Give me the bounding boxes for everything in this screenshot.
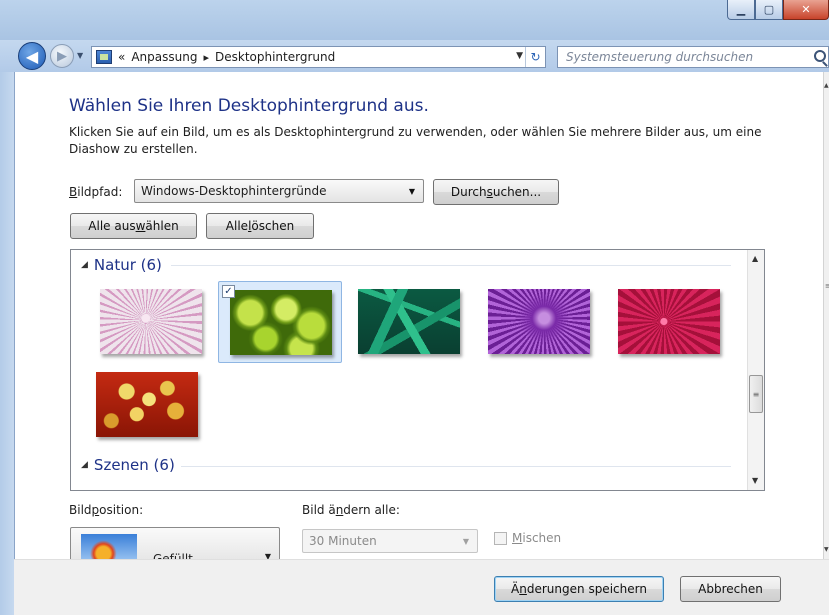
picture-path-label: Bildpfad: bbox=[69, 185, 123, 199]
green-leaves-image bbox=[358, 289, 460, 354]
thumbnail-item-selected[interactable]: ✓ bbox=[218, 281, 342, 363]
control-panel-icon bbox=[96, 50, 112, 64]
search-icon[interactable] bbox=[814, 50, 826, 62]
collapse-triangle-icon[interactable]: ◢ bbox=[81, 460, 88, 470]
thumbnail-item[interactable] bbox=[607, 281, 731, 363]
dandelion-image bbox=[100, 289, 202, 354]
group-title: Natur (6) bbox=[93, 256, 162, 274]
group-header-szenen[interactable]: ◢ Szenen (6) bbox=[81, 456, 175, 474]
group-divider bbox=[171, 265, 731, 266]
change-interval-select[interactable]: 30 Minuten ▼ bbox=[302, 529, 478, 553]
back-arrow-icon[interactable]: ◀ bbox=[18, 42, 46, 70]
picture-path-select[interactable]: Windows-Desktophintergründe ▼ bbox=[134, 179, 424, 203]
thumbnail-item[interactable] bbox=[347, 281, 471, 363]
yellow-petals-image bbox=[96, 372, 198, 437]
chevron-down-icon: ▼ bbox=[462, 537, 469, 546]
page-title: Wählen Sie Ihren Desktophintergrund aus. bbox=[69, 96, 429, 116]
window-controls: ▁ ▢ ✕ bbox=[727, 0, 829, 22]
browse-button[interactable]: Durch s uchen... bbox=[433, 179, 559, 205]
title-bar bbox=[0, 0, 829, 40]
window-left-frame bbox=[0, 72, 14, 615]
maximize-icon[interactable]: ▢ bbox=[755, 0, 783, 20]
address-dropdown-icon[interactable]: ▼ bbox=[516, 51, 523, 61]
address-bar[interactable]: « Anpassung ▸ Desktophintergrund ▼ ↻ bbox=[91, 46, 546, 68]
breadcrumb-separator-icon[interactable]: ▸ bbox=[203, 51, 209, 64]
scroll-thumb[interactable]: ≡ bbox=[749, 375, 763, 413]
breadcrumb-anpassung[interactable]: Anpassung bbox=[131, 50, 197, 64]
chevron-down-icon: ▼ bbox=[408, 187, 415, 196]
purple-thistle-image bbox=[488, 289, 590, 354]
instructions-text: Klicken Sie auf ein Bild, um es als Desk… bbox=[69, 125, 762, 156]
search-input[interactable]: Systemsteuerung durchsuchen bbox=[557, 46, 829, 68]
picture-position-select[interactable]: Gefüllt ▼ bbox=[70, 527, 280, 566]
shuffle-label: Mischen bbox=[512, 531, 562, 545]
change-interval-label: Bild ändern alle: bbox=[302, 503, 400, 517]
thumbnail-item[interactable] bbox=[477, 281, 601, 363]
cancel-button[interactable]: Abbrechen bbox=[680, 576, 781, 602]
breadcrumb-desktophintergrund[interactable]: Desktophintergrund bbox=[215, 50, 335, 64]
recent-pages-chevron-icon[interactable]: ▼ bbox=[77, 51, 83, 60]
breadcrumb-overflow[interactable]: « bbox=[118, 50, 125, 64]
search-placeholder: Systemsteuerung durchsuchen bbox=[566, 50, 754, 64]
scroll-grip-icon[interactable]: ≡ bbox=[825, 282, 829, 290]
forward-arrow-icon[interactable]: ▶ bbox=[50, 44, 74, 68]
picture-position-label: Bildposition: bbox=[69, 503, 144, 517]
group-divider bbox=[181, 466, 731, 467]
scroll-down-icon[interactable]: ▼ bbox=[824, 546, 829, 553]
check-icon[interactable]: ✓ bbox=[222, 285, 235, 298]
refresh-icon[interactable]: ↻ bbox=[525, 47, 545, 67]
red-dahlia-image bbox=[618, 289, 720, 354]
change-interval-value: 30 Minuten bbox=[309, 534, 377, 548]
position-preview-image bbox=[81, 534, 137, 562]
close-icon[interactable]: ✕ bbox=[783, 0, 829, 20]
scroll-up-icon[interactable]: ▲ bbox=[824, 82, 829, 89]
group-header-natur[interactable]: ◢ Natur (6) bbox=[81, 256, 162, 274]
scroll-up-icon[interactable]: ▲ bbox=[752, 254, 758, 263]
page-scrollbar[interactable]: ▲ ≡ ▼ bbox=[823, 72, 829, 559]
save-changes-button[interactable]: Än derungen speichern bbox=[494, 576, 664, 602]
group-title: Szenen (6) bbox=[93, 456, 175, 474]
shuffle-checkbox[interactable] bbox=[494, 532, 507, 545]
image-list[interactable]: ◢ Natur (6) ✓ ◢ Szenen (6) ▲ ≡ ▼ bbox=[70, 249, 765, 491]
green-succulent-image bbox=[230, 290, 332, 355]
thumbnail-item[interactable] bbox=[85, 364, 209, 446]
scroll-down-icon[interactable]: ▼ bbox=[752, 476, 758, 485]
thumbnail-item[interactable] bbox=[89, 281, 213, 363]
picture-path-value: Windows-Desktophintergründe bbox=[141, 184, 327, 198]
select-all-button[interactable]: Alle aus w ählen bbox=[70, 213, 197, 239]
minimize-icon[interactable]: ▁ bbox=[727, 0, 755, 20]
clear-all-button[interactable]: Alle l öschen bbox=[206, 213, 314, 239]
collapse-triangle-icon[interactable]: ◢ bbox=[81, 260, 88, 270]
list-scrollbar[interactable]: ▲ ≡ ▼ bbox=[747, 250, 764, 490]
